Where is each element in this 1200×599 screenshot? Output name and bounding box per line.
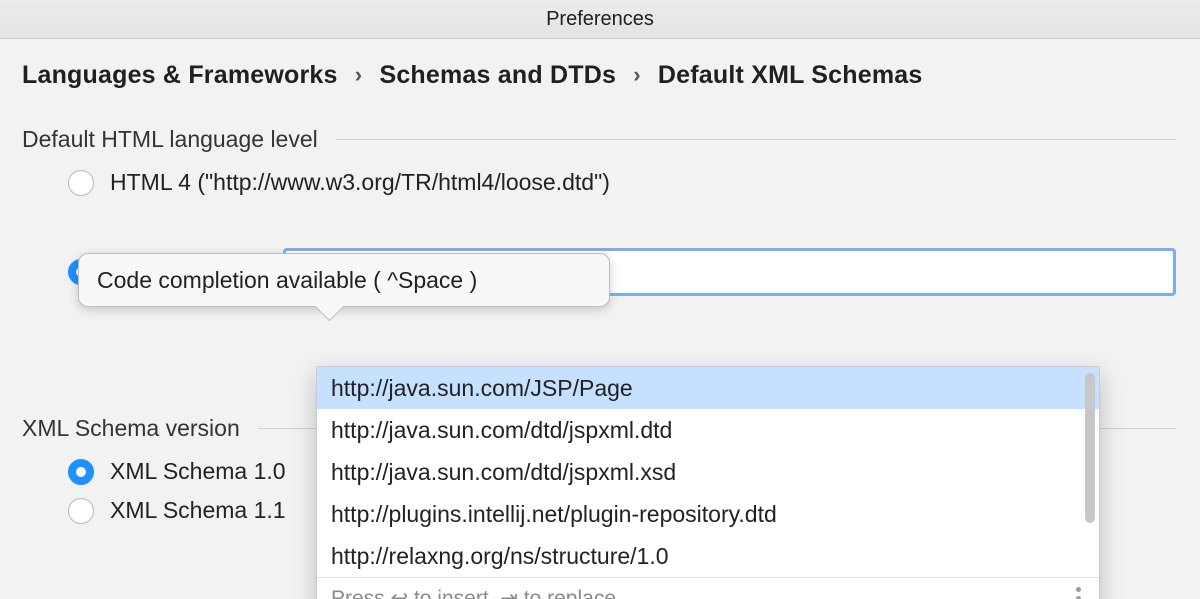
more-options-icon[interactable] xyxy=(1076,587,1081,599)
breadcrumb-item[interactable]: Default XML Schemas xyxy=(658,61,923,89)
enter-key-icon: ↩ xyxy=(391,587,409,599)
tab-key-icon: ⇥ xyxy=(500,587,518,599)
section-title: XML Schema version xyxy=(22,415,240,442)
chevron-right-icon: › xyxy=(633,62,641,87)
hint-text: Press xyxy=(331,587,391,599)
breadcrumb-item[interactable]: Languages & Frameworks xyxy=(22,61,338,89)
autocomplete-item[interactable]: http://java.sun.com/dtd/jspxml.dtd xyxy=(317,409,1099,451)
autocomplete-item[interactable]: http://java.sun.com/dtd/jspxml.xsd xyxy=(317,451,1099,493)
breadcrumb-item[interactable]: Schemas and DTDs xyxy=(379,61,616,89)
divider xyxy=(336,139,1176,140)
scrollbar[interactable] xyxy=(1085,373,1095,523)
section-header-html-level: Default HTML language level xyxy=(22,126,1176,153)
chevron-right-icon: › xyxy=(355,62,363,87)
radio-label: XML Schema 1.1 xyxy=(110,497,286,524)
radio-xml-schema-1-1[interactable] xyxy=(68,498,94,524)
hint-text: to insert, xyxy=(408,587,500,599)
radio-label: HTML 4 ("http://www.w3.org/TR/html4/loos… xyxy=(110,169,610,196)
tooltip-text: Code completion available ( ^Space ) xyxy=(97,267,477,294)
autocomplete-item[interactable]: http://relaxng.org/ns/structure/1.0 xyxy=(317,535,1099,577)
autocomplete-popup: http://java.sun.com/JSP/Page http://java… xyxy=(316,366,1100,599)
radio-label: XML Schema 1.0 xyxy=(110,458,286,485)
section-title: Default HTML language level xyxy=(22,126,318,153)
radio-xml-schema-1-0[interactable] xyxy=(68,459,94,485)
hint-text: to replace xyxy=(518,587,616,599)
window-title: Preferences xyxy=(0,0,1200,39)
breadcrumb: Languages & Frameworks › Schemas and DTD… xyxy=(22,61,1176,90)
autocomplete-item[interactable]: http://java.sun.com/JSP/Page xyxy=(317,367,1099,409)
autocomplete-hint: Press ↩ to insert, ⇥ to replace xyxy=(317,577,1099,599)
radio-html4[interactable] xyxy=(68,170,94,196)
code-completion-tooltip: Code completion available ( ^Space ) xyxy=(78,253,610,307)
autocomplete-item[interactable]: http://plugins.intellij.net/plugin-repos… xyxy=(317,493,1099,535)
